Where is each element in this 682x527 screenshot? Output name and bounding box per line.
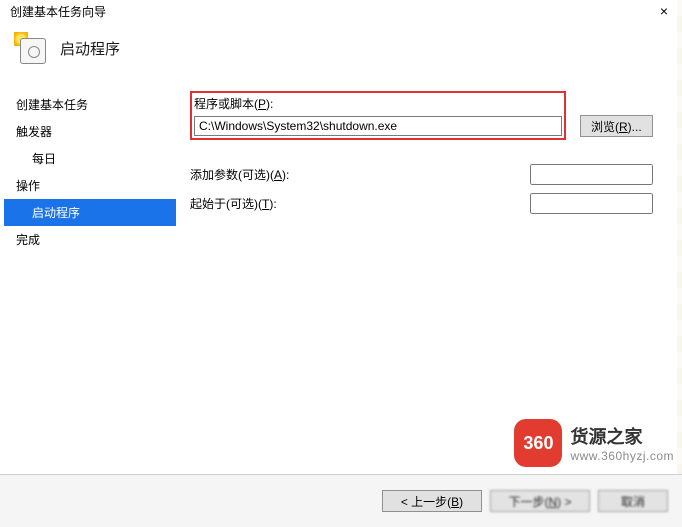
titlebar: 创建基本任务向导 ×	[0, 0, 682, 18]
wizard-window: 创建基本任务向导 × 启动程序 创建基本任务 触发器 每日 操作 启动程序 完成…	[0, 0, 682, 527]
program-highlight: 程序或脚本(P):	[190, 91, 566, 140]
args-label: 添加参数(可选)(A):	[190, 166, 530, 183]
close-icon[interactable]: ×	[656, 3, 672, 19]
step-create-basic-task[interactable]: 创建基本任务	[4, 91, 176, 118]
page-title: 启动程序	[60, 38, 120, 59]
scheduler-icon	[14, 32, 46, 64]
step-finish[interactable]: 完成	[4, 226, 176, 253]
program-label: 程序或脚本(P):	[194, 97, 273, 111]
wizard-footer: < 上一步(B) 下一步(N) > 取消	[0, 474, 682, 527]
cancel-button[interactable]: 取消	[598, 490, 668, 512]
steps-sidebar: 创建基本任务 触发器 每日 操作 启动程序 完成	[4, 91, 176, 253]
step-trigger-daily[interactable]: 每日	[4, 145, 176, 172]
form-area: 程序或脚本(P): 浏览(R)... 添加参数(可选)(A): 起始于(可选)(…	[190, 91, 674, 222]
next-button[interactable]: 下一步(N) >	[490, 490, 590, 512]
step-trigger[interactable]: 触发器	[4, 118, 176, 145]
step-action-start-program[interactable]: 启动程序	[4, 199, 176, 226]
browse-button[interactable]: 浏览(R)...	[580, 115, 653, 137]
program-input[interactable]	[194, 116, 562, 136]
startin-label: 起始于(可选)(T):	[190, 195, 530, 212]
args-input[interactable]	[530, 164, 653, 185]
wizard-header: 启动程序	[0, 18, 682, 82]
window-title: 创建基本任务向导	[10, 3, 106, 20]
startin-input[interactable]	[530, 193, 653, 214]
wizard-body: 创建基本任务 触发器 每日 操作 启动程序 完成 程序或脚本(P): 浏览(R)…	[0, 90, 682, 471]
step-action[interactable]: 操作	[4, 172, 176, 199]
back-button[interactable]: < 上一步(B)	[382, 490, 482, 512]
